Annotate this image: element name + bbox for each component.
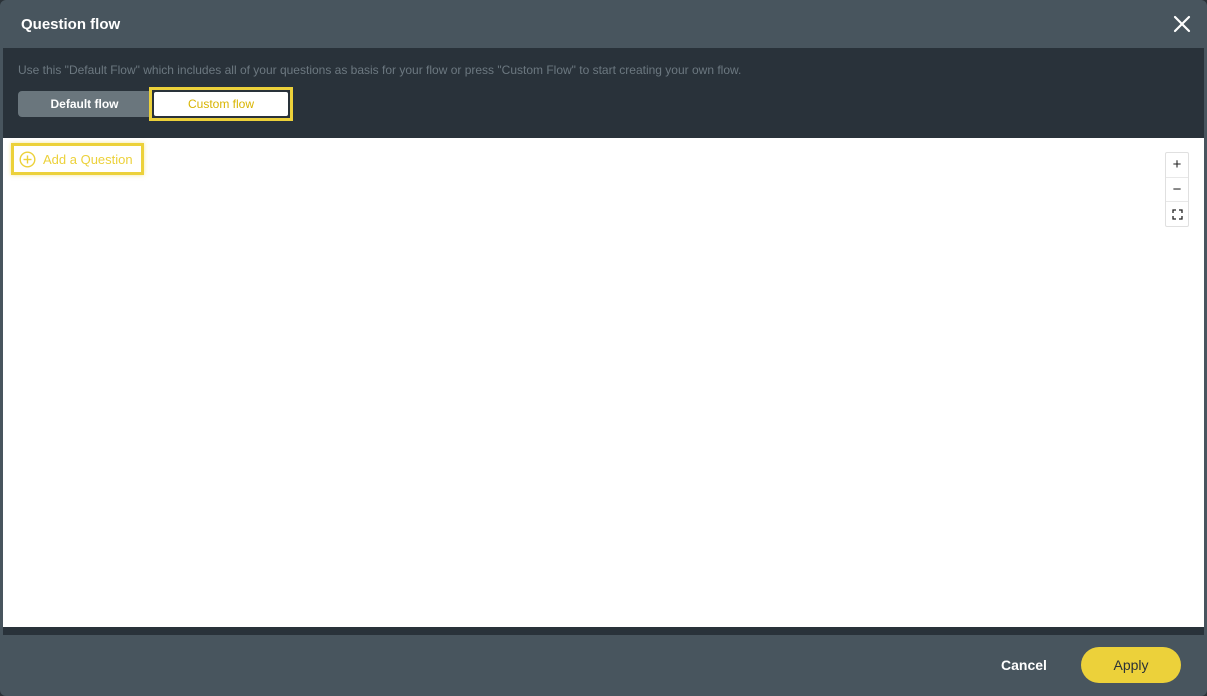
question-flow-dialog: Question flow Use this "Default Flow" wh… — [0, 0, 1207, 696]
dialog-footer: Cancel Apply — [0, 635, 1207, 696]
zoom-out-button[interactable]: − — [1166, 178, 1188, 203]
add-circle-icon — [19, 150, 36, 168]
flow-canvas[interactable]: Add a Question + − — [3, 138, 1204, 627]
custom-flow-label: Custom flow — [154, 92, 288, 116]
flow-hint-text: Use this "Default Flow" which includes a… — [18, 63, 742, 77]
canvas-bottom-bar — [3, 627, 1204, 635]
custom-flow-button[interactable]: Custom flow — [149, 87, 293, 121]
cancel-button[interactable]: Cancel — [1001, 657, 1047, 673]
add-question-button[interactable]: Add a Question — [11, 143, 144, 175]
default-flow-button[interactable]: Default flow — [18, 91, 151, 117]
flow-mode-toggle: Default flow Custom flow — [18, 87, 293, 121]
zoom-controls: + − — [1165, 152, 1189, 227]
flow-toolbar: Use this "Default Flow" which includes a… — [3, 48, 1204, 138]
apply-button[interactable]: Apply — [1081, 647, 1181, 683]
add-question-label: Add a Question — [43, 151, 133, 167]
dialog-title: Question flow — [21, 16, 121, 33]
fit-screen-icon — [1171, 209, 1183, 220]
fit-screen-button[interactable] — [1166, 202, 1188, 226]
close-icon[interactable] — [1172, 14, 1192, 34]
zoom-in-button[interactable]: + — [1166, 153, 1188, 178]
dialog-header: Question flow — [0, 0, 1207, 48]
